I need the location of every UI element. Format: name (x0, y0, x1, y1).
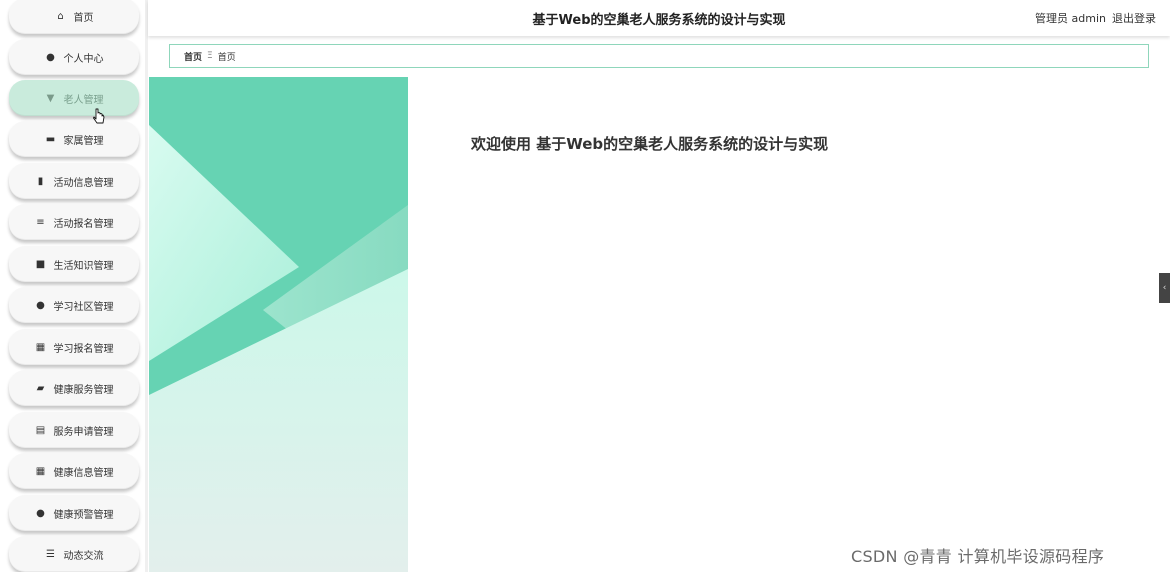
ticket-icon: ▰ (36, 382, 45, 394)
user-icon: ● (46, 51, 55, 63)
person-icon: ● (36, 299, 45, 311)
sidebar-item[interactable]: ▮ 活动信息管理 (9, 163, 139, 199)
sidebar-item[interactable]: ▬ 家属管理 (9, 121, 139, 157)
monitor-icon: ■ (35, 258, 46, 270)
chat-icon: ▬ (45, 133, 56, 145)
book-icon: ▮ (37, 175, 44, 187)
list-icon: ≡ (36, 216, 45, 228)
sidebar-item-label: 健康预警管理 (53, 509, 114, 521)
sidebar-item-label: 活动信息管理 (53, 177, 114, 189)
sidebar-item-label: 学习社区管理 (53, 301, 114, 313)
top-header: 基于Web的空巢老人服务系统的设计与实现 管理员 admin 退出登录 (148, 0, 1170, 36)
sidebar-item-label: 服务申请管理 (53, 426, 114, 438)
filter-icon: ▼ (46, 92, 55, 104)
document-icon: ▤ (35, 424, 46, 436)
sidebar-item[interactable]: ☰ 动态交流 (9, 536, 139, 572)
person-icon: ● (36, 507, 45, 519)
user-area: 管理员 admin 退出登录 (1035, 10, 1156, 26)
sidebar-item[interactable]: ■ 生活知识管理 (9, 246, 139, 282)
sidebar-item[interactable]: ≡ 活动报名管理 (9, 204, 139, 240)
grid-icon: ▦ (35, 341, 46, 353)
sidebar: ⌂ 首页 ● 个人中心 ▼ 老人管理 ▬ 家属管理 ▮ 活动信息管理 ≡ 活动报名管理 ■ 生活知识管理 ●… (0, 0, 148, 572)
mouse-cursor-icon (93, 108, 105, 124)
sidebar-item-label: 活动报名管理 (53, 218, 114, 230)
user-label: 管理员 admin (1035, 12, 1106, 25)
breadcrumb-home[interactable]: 首页 (184, 50, 202, 63)
watermark-text: CSDN @青青 计算机毕设源码程序 (851, 547, 1105, 566)
sidebar-item[interactable]: ● 个人中心 (9, 39, 139, 75)
sidebar-item-label: 动态交流 (63, 550, 104, 562)
collapse-panel-button[interactable]: ‹ (1159, 273, 1170, 303)
sidebar-item-label: 个人中心 (63, 53, 104, 65)
sidebar-item-label: 家属管理 (63, 135, 104, 147)
sidebar-item[interactable]: ● 学习社区管理 (9, 287, 139, 323)
sidebar-item-label: 生活知识管理 (53, 260, 114, 272)
sidebar-item[interactable]: ▰ 健康服务管理 (9, 370, 139, 406)
sidebar-item-label: 老人管理 (63, 94, 104, 106)
sliders-icon: ☰ (46, 548, 55, 560)
sidebar-item[interactable]: ▦ 健康信息管理 (9, 453, 139, 489)
breadcrumb-separator-icon: Ξ (207, 51, 213, 61)
logout-link[interactable]: 退出登录 (1112, 10, 1156, 26)
welcome-banner-image (149, 77, 408, 572)
sidebar-item[interactable]: ● 健康预警管理 (9, 495, 139, 531)
grid-icon: ▦ (35, 465, 46, 477)
home-icon: ⌂ (57, 10, 64, 22)
sidebar-item[interactable]: ⌂ 首页 (9, 0, 139, 34)
breadcrumb-current: 首页 (217, 52, 236, 63)
sidebar-item[interactable]: ▦ 学习报名管理 (9, 329, 139, 365)
sidebar-divider (145, 0, 148, 572)
welcome-heading: 欢迎使用 基于Web的空巢老人服务系统的设计与实现 (471, 135, 829, 153)
app-title: 基于Web的空巢老人服务系统的设计与实现 (532, 13, 786, 28)
sidebar-item-label: 健康服务管理 (53, 384, 114, 396)
sidebar-item[interactable]: ▤ 服务申请管理 (9, 412, 139, 448)
sidebar-item-label: 健康信息管理 (53, 467, 114, 479)
sidebar-item-label: 学习报名管理 (53, 343, 114, 355)
chevron-left-icon: ‹ (1162, 283, 1167, 293)
breadcrumb: 首页 Ξ 首页 (169, 44, 1149, 68)
sidebar-item[interactable]: ▼ 老人管理 (9, 80, 139, 116)
sidebar-item-label: 首页 (73, 12, 94, 24)
